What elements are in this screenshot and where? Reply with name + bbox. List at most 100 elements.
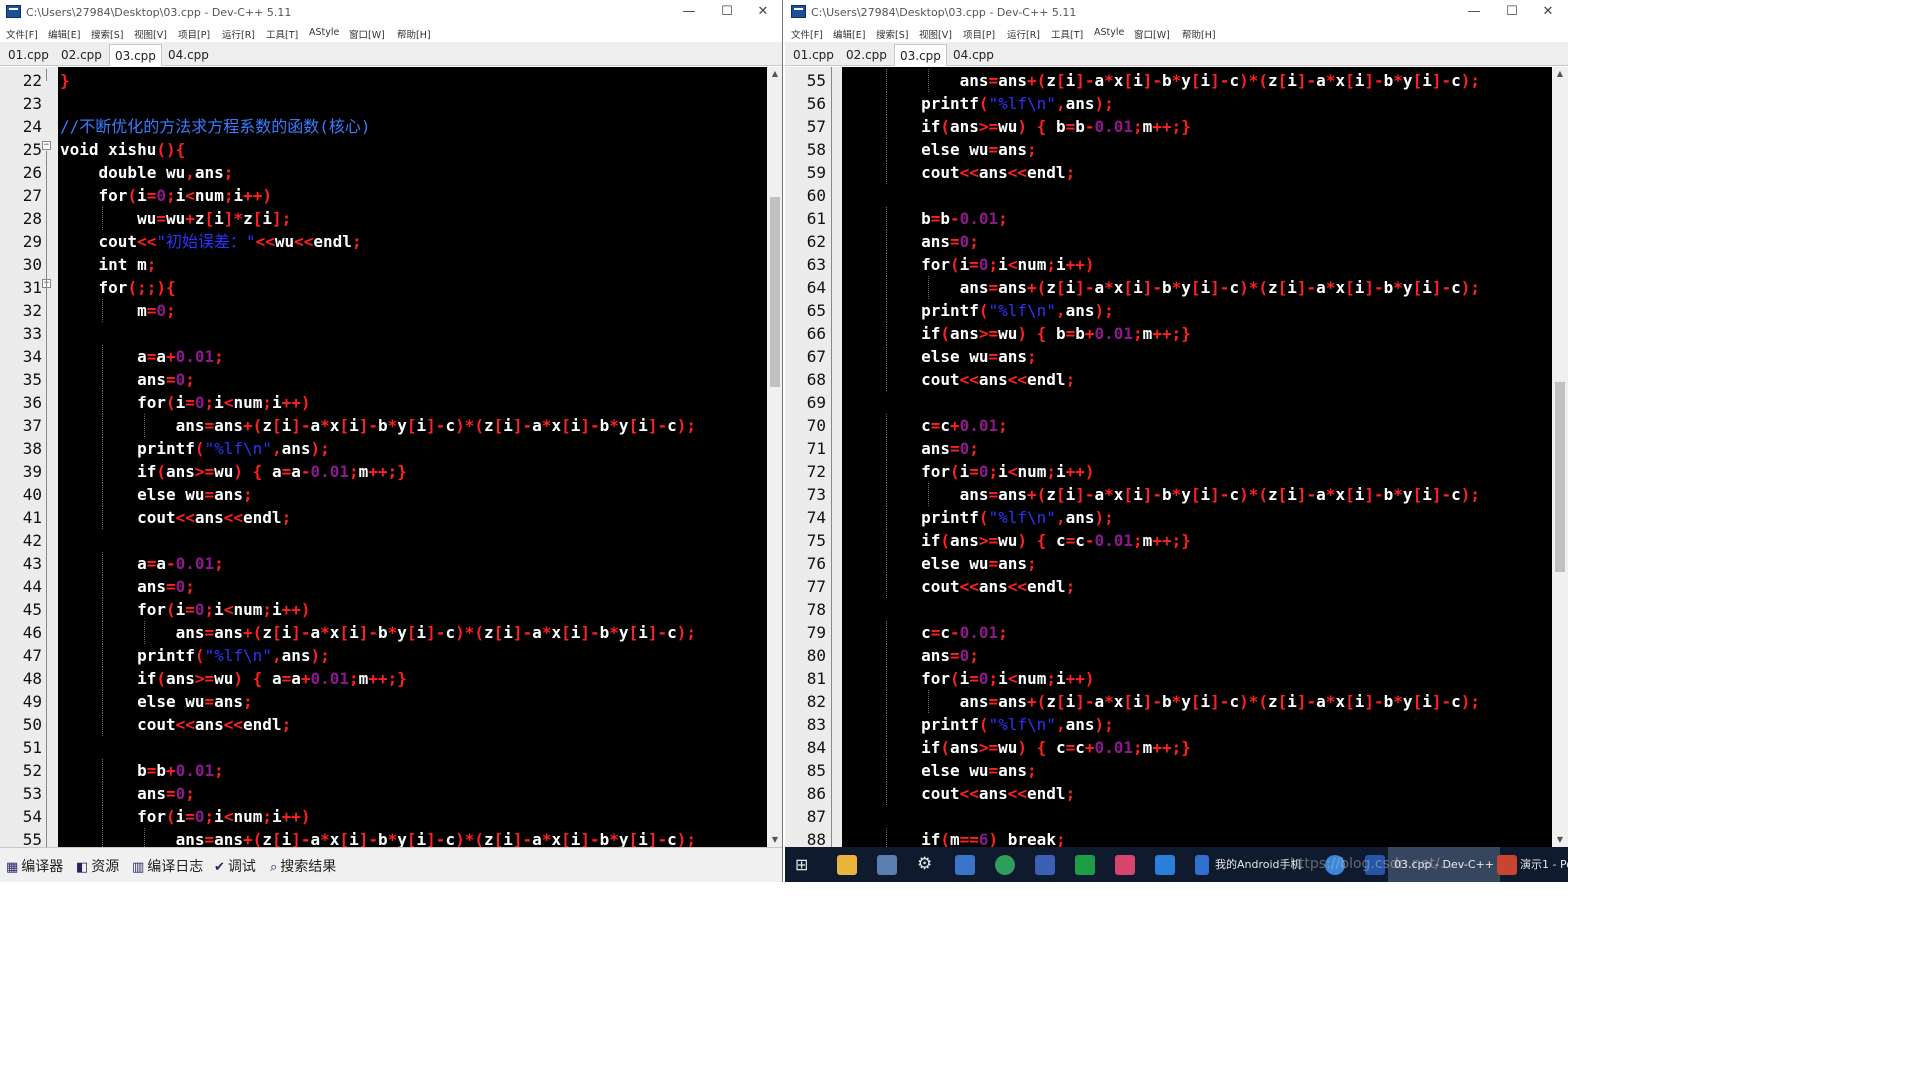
menu-help[interactable]: 帮助[H] bbox=[397, 27, 431, 41]
menu-project[interactable]: 项目[P] bbox=[178, 27, 210, 41]
menu-tools[interactable]: 工具[T] bbox=[266, 27, 298, 41]
maximize-icon[interactable]: ☐ bbox=[1499, 3, 1525, 21]
browser-app-icon[interactable] bbox=[1075, 855, 1095, 875]
code-token: ans bbox=[998, 347, 1028, 366]
file-explorer-icon[interactable] bbox=[837, 855, 857, 875]
code-line: cout<<ans<<endl; bbox=[844, 368, 1075, 391]
menu-search[interactable]: 搜索[S] bbox=[876, 27, 908, 41]
menu-window[interactable]: 窗口[W] bbox=[349, 27, 385, 41]
code-token: * bbox=[1171, 485, 1182, 504]
android-phone-icon[interactable] bbox=[1195, 855, 1209, 875]
code-line: for(;;){ bbox=[60, 276, 176, 299]
code-token: printf bbox=[844, 715, 979, 734]
photo-viewer-icon[interactable] bbox=[877, 855, 897, 875]
code-token: ; bbox=[204, 807, 215, 826]
code-token: * bbox=[1171, 71, 1182, 90]
code-token: = bbox=[146, 301, 157, 320]
code-token: * bbox=[1325, 278, 1336, 297]
vertical-scrollbar[interactable]: ▲ ▼ bbox=[767, 67, 782, 847]
cloud-app-icon[interactable] bbox=[1155, 855, 1175, 875]
code-token: endl bbox=[313, 232, 352, 251]
code-token: wu bbox=[998, 738, 1018, 757]
code-token: i bbox=[570, 416, 581, 435]
menu-tools[interactable]: 工具[T] bbox=[1051, 27, 1083, 41]
menu-file[interactable]: 文件[F] bbox=[791, 27, 823, 41]
line-number: 32 bbox=[22, 301, 42, 320]
scrollbar-thumb[interactable] bbox=[770, 197, 780, 387]
scroll-up-icon[interactable]: ▲ bbox=[767, 67, 782, 81]
code-token: i bbox=[214, 807, 224, 826]
vertical-scrollbar[interactable]: ▲ ▼ bbox=[1552, 67, 1568, 847]
menu-edit[interactable]: 编辑[E] bbox=[48, 27, 80, 41]
code-token: a bbox=[1316, 278, 1326, 297]
code-token: i bbox=[998, 669, 1008, 688]
code-token: ( bbox=[949, 462, 960, 481]
code-token: ans bbox=[949, 738, 979, 757]
close-icon[interactable]: ✕ bbox=[1535, 3, 1561, 21]
compile-log-tab[interactable]: ▥ 编译日志 bbox=[132, 856, 203, 876]
code-token: * bbox=[1393, 71, 1403, 90]
android-phone-label[interactable]: 我的Android手机 bbox=[1215, 847, 1302, 882]
tab-02-cpp[interactable]: 02.cpp bbox=[56, 44, 107, 66]
line-number: 48 bbox=[22, 669, 42, 688]
code-token: , bbox=[1055, 715, 1066, 734]
resources-tab[interactable]: ◧ 资源 bbox=[76, 856, 119, 876]
scroll-down-icon[interactable]: ▼ bbox=[767, 833, 782, 847]
title-bar[interactable]: C:\Users\27984\Desktop\03.cpp - Dev-C++ … bbox=[785, 0, 1568, 24]
tab-01-cpp[interactable]: 01.cpp bbox=[788, 44, 839, 66]
menu-astyle[interactable]: AStyle bbox=[309, 27, 339, 38]
code-token: 6 bbox=[978, 830, 989, 847]
menu-run[interactable]: 运行[R] bbox=[1007, 27, 1040, 41]
scroll-down-icon[interactable]: ▼ bbox=[1552, 833, 1568, 847]
minimize-icon[interactable]: — bbox=[1461, 3, 1487, 21]
menu-run[interactable]: 运行[R] bbox=[222, 27, 255, 41]
code-token: ; bbox=[988, 669, 999, 688]
maximize-icon[interactable]: ☐ bbox=[714, 3, 740, 21]
code-token: ]- bbox=[1075, 71, 1095, 90]
scroll-up-icon[interactable]: ▲ bbox=[1552, 67, 1568, 81]
title-bar[interactable]: C:\Users\27984\Desktop\03.cpp - Dev-C++ … bbox=[0, 0, 782, 24]
search-results-tab[interactable]: ⌕ 搜索结果 bbox=[270, 856, 336, 876]
code-token: + bbox=[1084, 738, 1095, 757]
compiler-tab[interactable]: ▦ 编译器 bbox=[6, 856, 63, 876]
code-token: ans bbox=[60, 784, 166, 803]
menu-view[interactable]: 视图[V] bbox=[134, 27, 167, 41]
tab-01-cpp[interactable]: 01.cpp bbox=[3, 44, 54, 66]
chat-app-icon[interactable] bbox=[995, 855, 1015, 875]
menu-window[interactable]: 窗口[W] bbox=[1134, 27, 1170, 41]
menu-astyle[interactable]: AStyle bbox=[1094, 27, 1124, 38]
menu-file[interactable]: 文件[F] bbox=[6, 27, 38, 41]
menu-view[interactable]: 视图[V] bbox=[919, 27, 952, 41]
powerpoint-icon[interactable] bbox=[1497, 855, 1517, 875]
powerpoint-taskbar-label[interactable]: 演示1 - Pow bbox=[1520, 847, 1568, 882]
code-token: ans bbox=[1065, 508, 1095, 527]
windows-start-icon[interactable]: ⊞ bbox=[795, 847, 808, 882]
code-token: +( bbox=[1027, 485, 1047, 504]
menu-project[interactable]: 项目[P] bbox=[963, 27, 995, 41]
code-token: ans bbox=[194, 163, 224, 182]
tab-04-cpp[interactable]: 04.cpp bbox=[948, 44, 999, 66]
map-app-icon[interactable] bbox=[1035, 855, 1055, 875]
menu-help[interactable]: 帮助[H] bbox=[1182, 27, 1216, 41]
tab-02-cpp[interactable]: 02.cpp bbox=[841, 44, 892, 66]
code-token: printf bbox=[844, 508, 979, 527]
tab-04-cpp[interactable]: 04.cpp bbox=[163, 44, 214, 66]
tab-03-cpp[interactable]: 03.cpp bbox=[894, 44, 947, 66]
code-editor[interactable]: } //不断优化的方法求方程系数的函数(核心) void xishu(){ doub… bbox=[58, 67, 767, 847]
fold-marker-icon[interactable]: − bbox=[42, 141, 51, 150]
code-line: printf("%lf\n",ans); bbox=[844, 506, 1114, 529]
code-token: ans bbox=[214, 830, 244, 847]
close-icon[interactable]: ✕ bbox=[750, 3, 776, 21]
tab-03-cpp[interactable]: 03.cpp bbox=[109, 44, 162, 66]
menu-search[interactable]: 搜索[S] bbox=[91, 27, 123, 41]
scrollbar-thumb[interactable] bbox=[1555, 382, 1565, 572]
menu-edit[interactable]: 编辑[E] bbox=[833, 27, 865, 41]
debug-tab[interactable]: ✔ 调试 bbox=[214, 856, 256, 876]
settings-icon[interactable]: ⚙ bbox=[917, 847, 932, 882]
code-editor[interactable]: ans=ans+(z[i]-a*x[i]-b*y[i]-c)*(z[i]-a*x… bbox=[842, 67, 1552, 847]
code-token: x bbox=[551, 830, 562, 847]
minimize-icon[interactable]: — bbox=[676, 3, 702, 21]
store-icon[interactable] bbox=[955, 855, 975, 875]
code-token: i bbox=[1422, 278, 1432, 297]
video-app-icon[interactable] bbox=[1115, 855, 1135, 875]
